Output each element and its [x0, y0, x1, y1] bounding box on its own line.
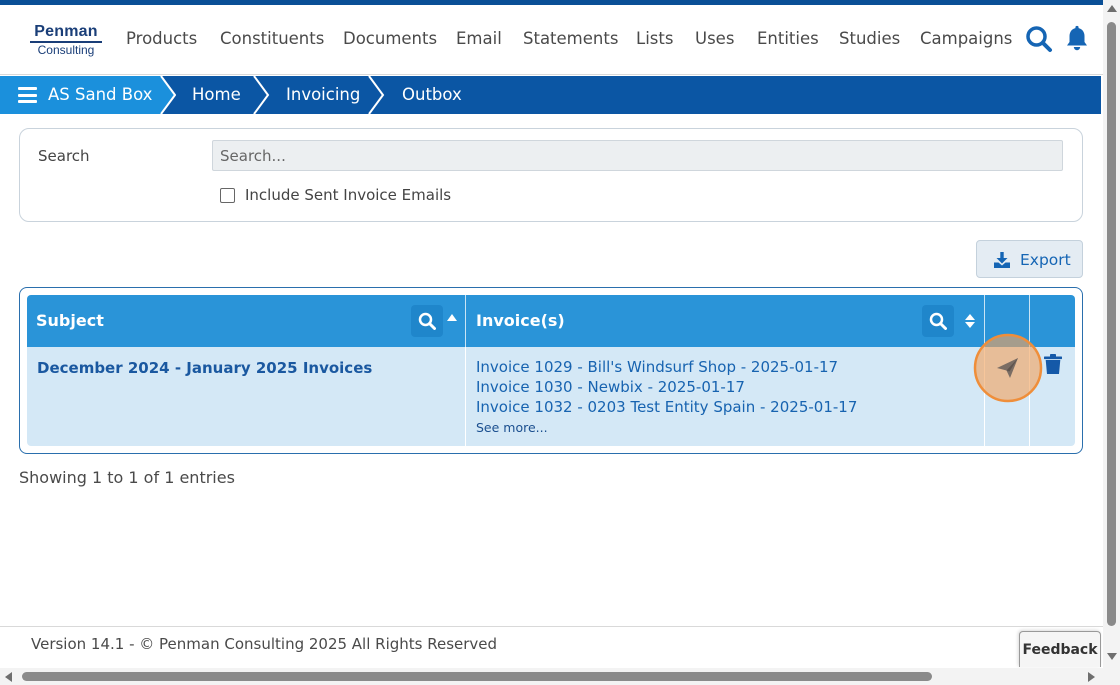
breadcrumb-chevron-icon [368, 76, 385, 114]
search-input[interactable] [212, 140, 1063, 171]
export-label: Export [1020, 251, 1071, 269]
nav-email[interactable]: Email [456, 27, 502, 51]
column-header-invoices[interactable]: Invoice(s) [466, 295, 984, 347]
feedback-button[interactable]: Feedback [1019, 631, 1101, 667]
logo-line-1: Penman [34, 23, 98, 40]
search-panel: Search Include Sent Invoice Emails [19, 128, 1083, 222]
sort-both-icon[interactable] [964, 313, 976, 329]
penman-logo[interactable]: Penman Consulting [30, 24, 102, 56]
search-label: Search [38, 147, 90, 165]
nav-uses[interactable]: Uses [695, 27, 734, 51]
outbox-table: Subject Invoice(s) December 2024 - Janua… [19, 287, 1083, 454]
include-sent-label[interactable]: Include Sent Invoice Emails [245, 185, 451, 205]
breadcrumb-workspace-label[interactable]: AS Sand Box [48, 76, 152, 114]
logo-line-2: Consulting [37, 43, 95, 57]
nav-constituents[interactable]: Constituents [220, 27, 324, 51]
breadcrumb-outbox: Outbox [402, 85, 462, 104]
nav-documents[interactable]: Documents [343, 27, 437, 51]
footer-copyright: Version 14.1 - © Penman Consulting 2025 … [31, 635, 498, 653]
column-header-invoices-label: Invoice(s) [476, 311, 565, 330]
table-header: Subject Invoice(s) [27, 295, 1075, 347]
include-sent-checkbox[interactable] [220, 188, 235, 203]
vertical-scrollbar[interactable] [1103, 0, 1120, 668]
nav-campaigns[interactable]: Campaigns [920, 27, 1012, 51]
breadcrumb: AS Sand Box Home Invoicing Outbox [0, 76, 1101, 114]
column-search-icon[interactable] [922, 305, 954, 337]
column-search-icon[interactable] [411, 305, 443, 337]
breadcrumb-chevron-icon [253, 76, 270, 114]
sort-asc-icon[interactable] [447, 314, 457, 321]
entries-info: Showing 1 to 1 of 1 entries [19, 468, 235, 487]
row-subject[interactable]: December 2024 - January 2025 Invoices [37, 357, 372, 379]
paper-plane-icon [997, 358, 1018, 378]
scroll-left-icon[interactable] [5, 672, 12, 682]
invoice-link[interactable]: Invoice 1030 - Newbix - 2025-01-17 [476, 377, 745, 397]
nav-statements[interactable]: Statements [523, 27, 618, 51]
breadcrumb-chevron-icon [158, 76, 176, 114]
hamburger-menu-icon[interactable] [18, 87, 37, 103]
download-icon [994, 252, 1010, 268]
trash-icon[interactable] [1044, 354, 1062, 374]
scroll-up-icon[interactable] [1107, 5, 1117, 12]
nav-lists[interactable]: Lists [636, 27, 673, 51]
cell-divider [465, 347, 466, 446]
scroll-right-icon[interactable] [1088, 672, 1095, 682]
scrollbar-corner [1103, 668, 1120, 685]
search-icon[interactable] [1025, 25, 1053, 53]
horizontal-scroll-thumb[interactable] [22, 672, 932, 681]
see-more-link[interactable]: See more... [476, 419, 548, 437]
vertical-scroll-thumb[interactable] [1107, 22, 1116, 626]
column-header-subject-label: Subject [36, 311, 104, 330]
nav-studies[interactable]: Studies [839, 27, 900, 51]
app-header: Penman Consulting Products Constituents … [0, 5, 1103, 75]
column-header-subject[interactable]: Subject [27, 295, 465, 347]
bell-icon[interactable] [1063, 25, 1091, 53]
invoice-link[interactable]: Invoice 1032 - 0203 Test Entity Spain - … [476, 397, 857, 417]
horizontal-scrollbar[interactable] [0, 668, 1103, 685]
scroll-down-icon[interactable] [1107, 653, 1117, 660]
footer: Version 14.1 - © Penman Consulting 2025 … [0, 626, 1103, 660]
invoice-link[interactable]: Invoice 1029 - Bill's Windsurf Shop - 20… [476, 357, 838, 377]
export-button[interactable]: Export [976, 240, 1083, 278]
send-button[interactable] [973, 333, 1043, 403]
nav-entities[interactable]: Entities [757, 27, 819, 51]
breadcrumb-home[interactable]: Home [192, 76, 241, 114]
table-row: December 2024 - January 2025 Invoices In… [27, 347, 1075, 446]
breadcrumb-invoicing[interactable]: Invoicing [286, 76, 360, 114]
nav-products[interactable]: Products [126, 27, 197, 51]
